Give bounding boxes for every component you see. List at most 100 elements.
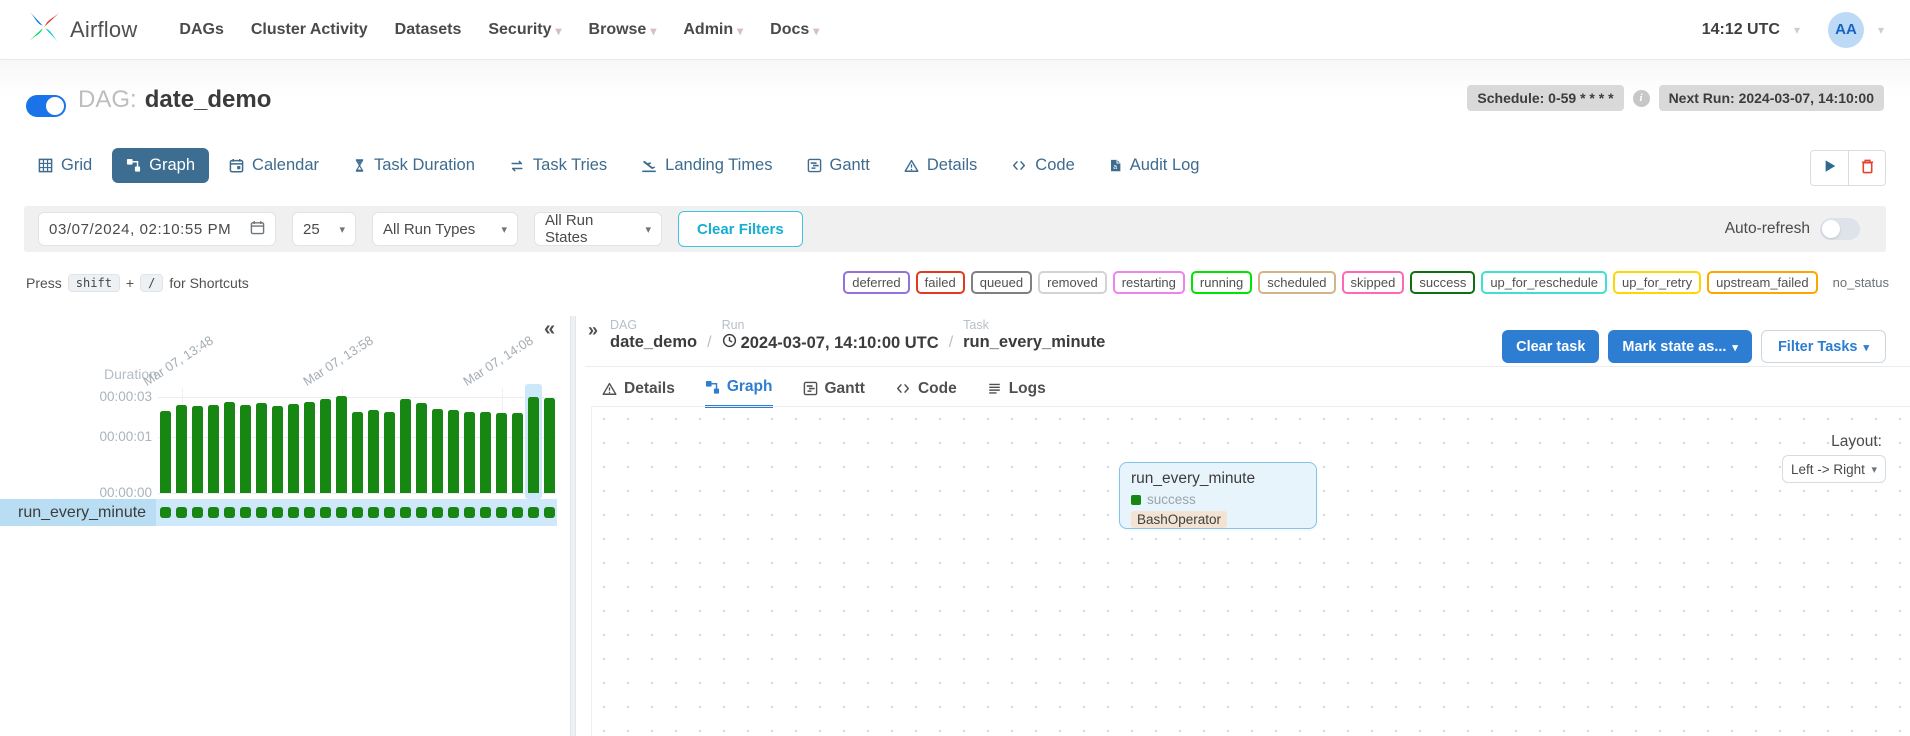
breadcrumb-task[interactable]: Task run_every_minute bbox=[963, 318, 1105, 352]
delete-dag-button[interactable] bbox=[1848, 151, 1885, 185]
duration-bar[interactable] bbox=[160, 411, 171, 493]
run-types-select[interactable]: All Run Types▾ bbox=[372, 212, 518, 246]
duration-bar[interactable] bbox=[224, 402, 235, 493]
duration-bar[interactable] bbox=[480, 412, 491, 493]
task-instance-square[interactable] bbox=[192, 507, 203, 518]
dag-pause-toggle[interactable] bbox=[26, 95, 66, 117]
duration-bar[interactable] bbox=[448, 410, 459, 493]
clear-filters-button[interactable]: Clear Filters bbox=[678, 211, 803, 247]
task-instance-square[interactable] bbox=[480, 507, 491, 518]
duration-bar[interactable] bbox=[288, 404, 299, 493]
graph-canvas[interactable]: Layout: Left -> Right▾ run_every_minute … bbox=[591, 406, 1910, 736]
task-instance-square[interactable] bbox=[288, 507, 299, 518]
duration-bar[interactable] bbox=[320, 399, 331, 493]
duration-bar[interactable] bbox=[400, 399, 411, 493]
duration-bar[interactable] bbox=[528, 397, 539, 493]
duration-bar[interactable] bbox=[304, 402, 315, 493]
task-instance-square[interactable] bbox=[160, 507, 171, 518]
legend-failed[interactable]: failed bbox=[916, 271, 965, 294]
task-instance-square[interactable] bbox=[512, 507, 523, 518]
clock-caret-icon[interactable]: ▾ bbox=[1794, 23, 1800, 37]
duration-bar[interactable] bbox=[272, 406, 283, 493]
nav-item-admin[interactable]: Admin▾ bbox=[683, 21, 743, 39]
task-instance-square[interactable] bbox=[432, 507, 443, 518]
tab-details[interactable]: Details bbox=[890, 148, 991, 183]
legend-deferred[interactable]: deferred bbox=[843, 271, 909, 294]
filter-tasks-button[interactable]: Filter Tasks▾ bbox=[1761, 330, 1886, 363]
legend-running[interactable]: running bbox=[1191, 271, 1252, 294]
panel-resize-handle[interactable] bbox=[570, 316, 576, 736]
nav-item-datasets[interactable]: Datasets bbox=[395, 21, 462, 39]
duration-bar[interactable] bbox=[432, 409, 443, 493]
duration-bar[interactable] bbox=[512, 413, 523, 493]
duration-bar[interactable] bbox=[240, 405, 251, 493]
run-states-select[interactable]: All Run States▾ bbox=[534, 212, 662, 246]
duration-bar[interactable] bbox=[544, 398, 555, 493]
duration-bar[interactable] bbox=[384, 412, 395, 493]
grid-task-name[interactable]: run_every_minute bbox=[0, 499, 156, 526]
breadcrumb-run[interactable]: Run 2024-03-07, 14:10:00 UTC bbox=[722, 318, 939, 353]
user-caret-icon[interactable]: ▾ bbox=[1878, 23, 1884, 37]
duration-bar[interactable] bbox=[256, 403, 267, 493]
nav-item-dags[interactable]: DAGs bbox=[179, 21, 223, 39]
tab-audit-log[interactable]: aAudit Log bbox=[1095, 148, 1214, 183]
task-instance-square[interactable] bbox=[304, 507, 315, 518]
tab-code[interactable]: Code bbox=[895, 378, 957, 408]
duration-bar[interactable] bbox=[368, 410, 379, 493]
info-icon[interactable]: i bbox=[1633, 90, 1650, 107]
auto-refresh-toggle[interactable] bbox=[1820, 218, 1860, 240]
collapse-grid-icon[interactable]: « bbox=[544, 318, 555, 341]
page-size-select[interactable]: 25▾ bbox=[292, 212, 356, 246]
task-instance-square[interactable] bbox=[224, 507, 235, 518]
tab-logs[interactable]: Logs bbox=[987, 378, 1046, 408]
tab-graph[interactable]: Graph bbox=[112, 148, 209, 183]
tab-details[interactable]: Details bbox=[602, 378, 675, 408]
task-instance-square[interactable] bbox=[496, 507, 507, 518]
task-instance-square[interactable] bbox=[368, 507, 379, 518]
task-instance-square[interactable] bbox=[416, 507, 427, 518]
layout-select[interactable]: Left -> Right▾ bbox=[1782, 455, 1886, 483]
task-instance-square[interactable] bbox=[400, 507, 411, 518]
nav-item-browse[interactable]: Browse▾ bbox=[589, 21, 657, 39]
legend-up-for-retry[interactable]: up_for_retry bbox=[1613, 271, 1701, 294]
utc-clock[interactable]: 14:12 UTC bbox=[1702, 21, 1780, 39]
tab-grid[interactable]: Grid bbox=[24, 148, 106, 183]
task-instance-square[interactable] bbox=[208, 507, 219, 518]
nav-item-docs[interactable]: Docs▾ bbox=[770, 21, 819, 39]
mark-state-button[interactable]: Mark state as...▾ bbox=[1608, 330, 1752, 363]
task-instance-square[interactable] bbox=[464, 507, 475, 518]
duration-bar[interactable] bbox=[208, 405, 219, 493]
nav-item-cluster-activity[interactable]: Cluster Activity bbox=[251, 21, 368, 39]
legend-upstream-failed[interactable]: upstream_failed bbox=[1707, 271, 1818, 294]
legend-success[interactable]: success bbox=[1410, 271, 1475, 294]
duration-bar[interactable] bbox=[192, 406, 203, 493]
base-date-input[interactable]: 03/07/2024, 02:10:55 PM bbox=[38, 212, 276, 246]
task-instance-square[interactable] bbox=[176, 507, 187, 518]
nav-item-security[interactable]: Security▾ bbox=[488, 21, 561, 39]
tab-task-duration[interactable]: Task Duration bbox=[339, 148, 489, 183]
task-instance-square[interactable] bbox=[320, 507, 331, 518]
task-instance-square[interactable] bbox=[528, 507, 539, 518]
trigger-dag-button[interactable] bbox=[1811, 151, 1848, 185]
legend-restarting[interactable]: restarting bbox=[1113, 271, 1185, 294]
legend-removed[interactable]: removed bbox=[1038, 271, 1107, 294]
legend-queued[interactable]: queued bbox=[971, 271, 1032, 294]
tab-calendar[interactable]: Calendar bbox=[215, 148, 333, 183]
task-instance-square[interactable] bbox=[336, 507, 347, 518]
task-instance-square[interactable] bbox=[256, 507, 267, 518]
schedule-badge[interactable]: Schedule: 0-59 * * * * bbox=[1467, 85, 1623, 111]
legend-skipped[interactable]: skipped bbox=[1342, 271, 1405, 294]
clear-task-button[interactable]: Clear task bbox=[1502, 330, 1599, 363]
tab-landing-times[interactable]: Landing Times bbox=[627, 148, 786, 183]
expand-panel-icon[interactable]: » bbox=[588, 320, 598, 341]
legend-scheduled[interactable]: scheduled bbox=[1258, 271, 1335, 294]
tab-gantt[interactable]: Gantt bbox=[793, 148, 884, 183]
tab-gantt[interactable]: Gantt bbox=[803, 378, 865, 408]
duration-bar[interactable] bbox=[336, 396, 347, 493]
task-instance-square[interactable] bbox=[272, 507, 283, 518]
duration-bar[interactable] bbox=[464, 412, 475, 493]
duration-bar[interactable] bbox=[496, 413, 507, 493]
task-instance-square[interactable] bbox=[448, 507, 459, 518]
avatar[interactable]: AA bbox=[1828, 12, 1864, 48]
airflow-logo[interactable]: Airflow bbox=[26, 9, 137, 50]
